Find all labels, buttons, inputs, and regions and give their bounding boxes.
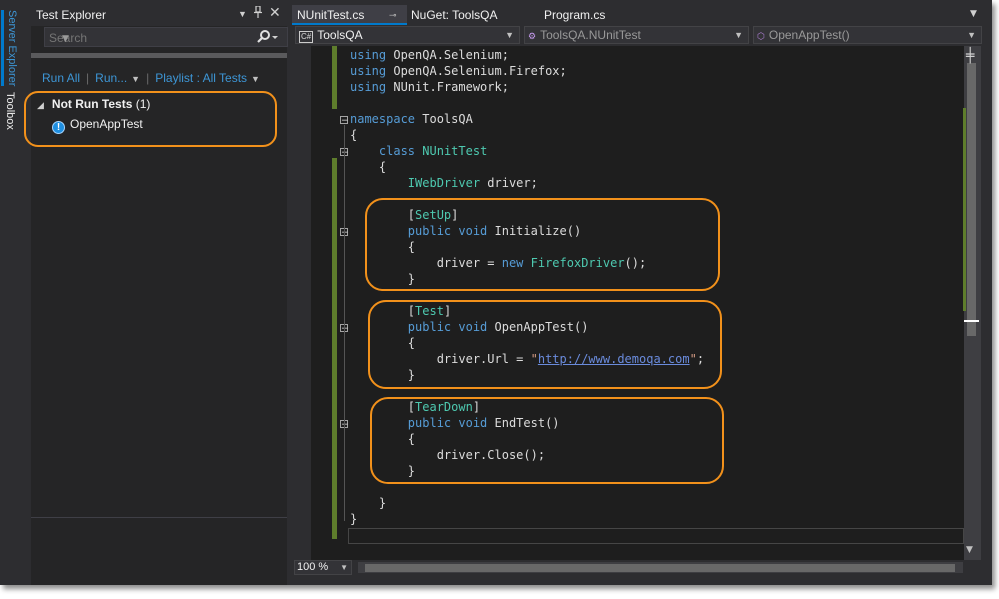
search-input[interactable]: [45, 28, 231, 48]
member-name: OpenAppTest(): [768, 28, 850, 42]
toolbar-separator: |: [86, 71, 90, 85]
code-line[interactable]: using NUnit.Framework;: [350, 79, 704, 95]
class-name: ToolsQA.NUnitTest: [540, 28, 641, 42]
code-token: OpenQA.Selenium;: [393, 48, 509, 62]
code-token: using: [350, 48, 394, 62]
run-button[interactable]: Run...: [95, 71, 127, 85]
navigation-bar: C# ToolsQA ▼ ⚙ ToolsQA.NUnitTest ▼ ⬡ OpenAp…: [292, 26, 982, 46]
code-line[interactable]: {: [350, 127, 704, 143]
code-token: }: [350, 512, 358, 526]
playlist-dropdown-icon[interactable]: ▼: [251, 74, 260, 84]
method-icon: ⬡: [757, 31, 765, 41]
collapse-icon[interactable]: −: [340, 116, 349, 126]
code-token: ToolsQA: [422, 112, 473, 126]
zoom-dropdown[interactable]: 100 % ▼: [294, 560, 352, 575]
code-token: OpenQA.Selenium.Firefox;: [393, 64, 567, 78]
tab-nuget[interactable]: NuGet: ToolsQA: [411, 5, 497, 25]
tab-program[interactable]: Program.cs: [544, 5, 605, 25]
csharp-project-icon: C#: [299, 31, 314, 43]
code-token: using: [350, 64, 394, 78]
outline-guide: [344, 157, 345, 507]
code-token: class: [378, 144, 423, 158]
test-explorer-titlebar: Test Explorer ▼ ✕: [31, 2, 287, 26]
scroll-down-icon[interactable]: ▼: [966, 545, 973, 555]
code-line[interactable]: IWebDriver driver;: [350, 175, 704, 191]
code-line[interactable]: }: [350, 511, 704, 527]
panel-title: Test Explorer: [36, 8, 107, 22]
code-line[interactable]: [350, 95, 704, 111]
code-token: namespace: [350, 112, 423, 126]
code-line[interactable]: class NUnitTest: [350, 143, 704, 159]
search-filter-dropdown-icon[interactable]: ▼: [62, 34, 69, 44]
scroll-caret-marker: [964, 320, 979, 322]
chevron-down-icon: ▼: [340, 563, 348, 572]
highlight-test-method: [368, 300, 722, 389]
tab-pin-icon[interactable]: ⊸: [389, 5, 397, 25]
toolbox-tab[interactable]: Toolbox: [4, 92, 16, 130]
panel-divider: [31, 53, 287, 58]
code-token: NUnitTest: [422, 144, 488, 158]
split-window-icon[interactable]: ╪: [966, 48, 974, 64]
tab-overflow-dropdown-icon[interactable]: ▼: [970, 9, 977, 19]
code-token: driver;: [480, 176, 538, 190]
project-dropdown[interactable]: C# ToolsQA ▼: [295, 26, 520, 44]
highlight-not-run-tests: [24, 91, 277, 147]
tab-nunittest[interactable]: NUnitTest.cs ⊸: [292, 5, 407, 25]
code-token: }: [350, 496, 387, 510]
document-tabs: NUnitTest.cs ⊸ NuGet: ToolsQA Program.cs: [292, 5, 992, 25]
change-indicator: [332, 46, 337, 109]
code-token: NUnit.Framework;: [393, 80, 509, 94]
project-name: ToolsQA: [317, 28, 363, 42]
indicator-margin: [292, 46, 311, 560]
visual-studio-window: Server Explorer Toolbox Test Explorer ▼ …: [0, 0, 992, 585]
code-token: {: [350, 160, 387, 174]
current-line-highlight: [348, 528, 964, 544]
run-dropdown-icon[interactable]: ▼: [131, 74, 140, 84]
chevron-down-icon: ▼: [505, 30, 514, 40]
highlight-teardown-method: [370, 397, 724, 484]
highlight-setup-method: [365, 198, 720, 291]
horizontal-scroll-thumb[interactable]: [365, 564, 955, 572]
chevron-down-icon: ▼: [967, 30, 976, 40]
scroll-change-marker: [963, 108, 966, 311]
code-line[interactable]: {: [350, 159, 704, 175]
test-explorer-toolbar: Run All | Run... ▼ | Playlist : All Tests ▼: [42, 71, 260, 85]
scroll-thumb[interactable]: [967, 63, 976, 336]
test-search-box[interactable]: [44, 27, 288, 48]
class-dropdown[interactable]: ⚙ ToolsQA.NUnitTest ▼: [524, 26, 749, 44]
member-dropdown[interactable]: ⬡ OpenAppTest() ▼: [753, 26, 982, 44]
close-icon[interactable]: ✕: [269, 4, 281, 21]
playlist-button[interactable]: Playlist : All Tests: [155, 71, 247, 85]
code-line[interactable]: using OpenQA.Selenium;: [350, 47, 704, 63]
code-line[interactable]: using OpenQA.Selenium.Firefox;: [350, 63, 704, 79]
toolbar-separator: |: [146, 71, 150, 85]
code-line[interactable]: namespace ToolsQA: [350, 111, 704, 127]
test-explorer-panel: Test Explorer ▼ ✕: [31, 2, 287, 585]
code-line[interactable]: }: [350, 495, 704, 511]
zoom-level: 100 %: [297, 561, 329, 573]
change-indicator: [332, 158, 337, 539]
code-token: using: [350, 80, 394, 94]
run-all-button[interactable]: Run All: [42, 71, 80, 85]
panel-divider: [31, 517, 287, 518]
code-token: {: [350, 128, 358, 142]
side-tab-strip: Server Explorer Toolbox: [0, 0, 29, 585]
tab-label: NUnitTest.cs: [297, 8, 365, 22]
code-token: IWebDriver: [407, 176, 481, 190]
pin-icon[interactable]: [253, 5, 263, 21]
server-explorer-tab[interactable]: Server Explorer: [1, 10, 18, 87]
window-position-icon[interactable]: ▼: [238, 9, 247, 19]
search-icon[interactable]: [256, 29, 278, 48]
chevron-down-icon: ▼: [734, 30, 743, 40]
class-icon: ⚙: [528, 31, 537, 41]
